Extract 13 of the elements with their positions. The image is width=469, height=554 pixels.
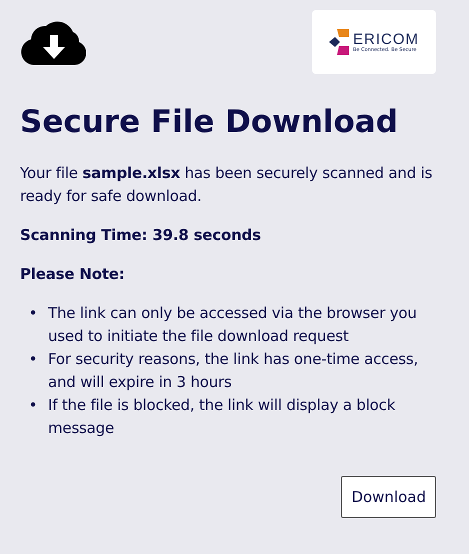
note-text: For security reasons, the link has one-time access, and will expire in 3 hours [48, 349, 420, 393]
note-text: The link can only be accessed via the browser you used to initiate the file download request [48, 303, 418, 347]
bullet: • [28, 395, 38, 416]
logo-icon [329, 28, 351, 56]
message-text: Your file sample.xlsx has been securely scanned and is ready for safe download. [20, 163, 434, 207]
note-heading: Please Note: [20, 264, 126, 285]
logo-name: ERICOM [353, 32, 419, 46]
bullet: • [28, 303, 38, 324]
scanning-time: Scanning Time: 39.8 seconds [20, 225, 262, 246]
download-button[interactable]: Download [341, 476, 436, 518]
page-title: Secure File Download [20, 104, 399, 140]
bullet: • [28, 349, 38, 370]
note-text: If the file is blocked, the link will display a block message [48, 395, 396, 439]
